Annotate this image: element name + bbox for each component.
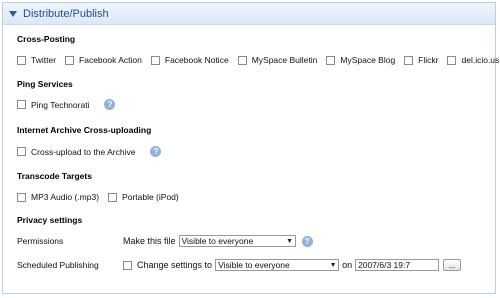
cross-posting-heading: Cross-Posting	[17, 34, 76, 44]
checkbox-change-settings[interactable]	[123, 260, 132, 270]
checkbox-box[interactable]	[17, 55, 26, 65]
checkbox-box[interactable]	[17, 147, 26, 156]
permissions-row: Make this file Visible to everyone ▼ ?	[123, 235, 313, 247]
dropdown-arrow-icon: ▼	[286, 237, 293, 245]
scheduled-visibility-select[interactable]: Visible to everyone ▼	[215, 259, 340, 271]
make-file-label: Make this file	[123, 236, 176, 246]
checkbox-box[interactable]	[237, 55, 247, 65]
privacy-heading: Privacy settings	[17, 215, 83, 225]
checkbox-label: Twitter	[31, 55, 57, 65]
on-label: on	[342, 260, 353, 270]
checkbox-box[interactable]	[17, 100, 26, 109]
scheduled-select-value: Visible to everyone	[218, 260, 290, 270]
checkbox-label: MySpace Bulletin	[251, 55, 318, 65]
visibility-select-value: Visible to everyone	[181, 236, 254, 246]
checkbox-label: Ping Technorati	[31, 99, 90, 110]
cross-posting-row: Twitter Facebook Action Facebook Notice …	[17, 55, 500, 65]
checkbox-box[interactable]	[326, 55, 336, 65]
checkbox-label: del.icio.us	[461, 55, 500, 65]
checkbox-label: Flickr	[418, 55, 439, 65]
schedule-date-input[interactable]: 2007/6/3 19:7	[355, 259, 440, 271]
checkbox-label: Portable (iPod)	[122, 192, 179, 202]
checkbox-label: Facebook Notice	[164, 55, 229, 65]
help-icon[interactable]: ?	[150, 146, 162, 157]
checkbox-myspace-bulletin[interactable]: MySpace Bulletin	[237, 55, 318, 65]
help-icon[interactable]: ?	[301, 235, 313, 247]
checkbox-label: Facebook Action	[79, 55, 142, 65]
visibility-select[interactable]: Visible to everyone ▼	[178, 235, 296, 247]
scheduled-publishing-label: Scheduled Publishing	[17, 260, 99, 270]
checkbox-box[interactable]	[65, 55, 75, 65]
date-picker-button[interactable]: ...	[443, 259, 462, 271]
checkbox-mp3-audio[interactable]: MP3 Audio (.mp3)	[17, 192, 99, 202]
checkbox-box[interactable]	[17, 192, 26, 202]
panel-header[interactable]: Distribute/Publish	[3, 3, 495, 25]
checkbox-twitter[interactable]: Twitter	[17, 55, 56, 65]
distribute-publish-panel: Distribute/Publish Cross-Posting Twitter…	[2, 2, 499, 294]
ping-services-heading: Ping Services	[17, 79, 73, 89]
transcode-row: MP3 Audio (.mp3) Portable (iPod)	[17, 192, 188, 202]
ping-row: Ping Technorati ?	[17, 99, 116, 110]
checkbox-label: Cross-upload to the Archive	[31, 146, 136, 157]
checkbox-box[interactable]	[404, 55, 414, 65]
checkbox-box[interactable]	[108, 192, 118, 202]
checkbox-label: MySpace Blog	[340, 55, 396, 65]
dropdown-arrow-icon: ▼	[329, 261, 337, 269]
checkbox-cross-upload-archive[interactable]: Cross-upload to the Archive	[17, 147, 135, 157]
change-settings-label: Change settings to	[137, 260, 213, 270]
checkbox-box[interactable]	[150, 55, 160, 65]
archive-heading: Internet Archive Cross-uploading	[17, 125, 152, 135]
disclosure-triangle-icon[interactable]	[9, 10, 17, 17]
help-icon[interactable]: ?	[104, 99, 116, 110]
checkbox-label: MP3 Audio (.mp3)	[31, 192, 100, 202]
panel-title: Distribute/Publish	[23, 7, 109, 20]
checkbox-myspace-blog[interactable]: MySpace Blog	[326, 55, 395, 65]
checkbox-facebook-action[interactable]: Facebook Action	[65, 55, 142, 65]
checkbox-ping-technorati[interactable]: Ping Technorati	[17, 100, 89, 110]
archive-row: Cross-upload to the Archive ?	[17, 146, 162, 157]
checkbox-delicious[interactable]: del.icio.us	[447, 55, 499, 65]
permissions-label: Permissions	[17, 236, 64, 246]
checkbox-flickr[interactable]: Flickr	[404, 55, 438, 65]
transcode-heading: Transcode Targets	[17, 171, 92, 181]
checkbox-box[interactable]	[447, 55, 457, 65]
scheduled-row: Change settings to Visible to everyone ▼…	[123, 259, 462, 271]
checkbox-portable-ipod[interactable]: Portable (iPod)	[108, 192, 179, 202]
checkbox-facebook-notice[interactable]: Facebook Notice	[150, 55, 229, 65]
